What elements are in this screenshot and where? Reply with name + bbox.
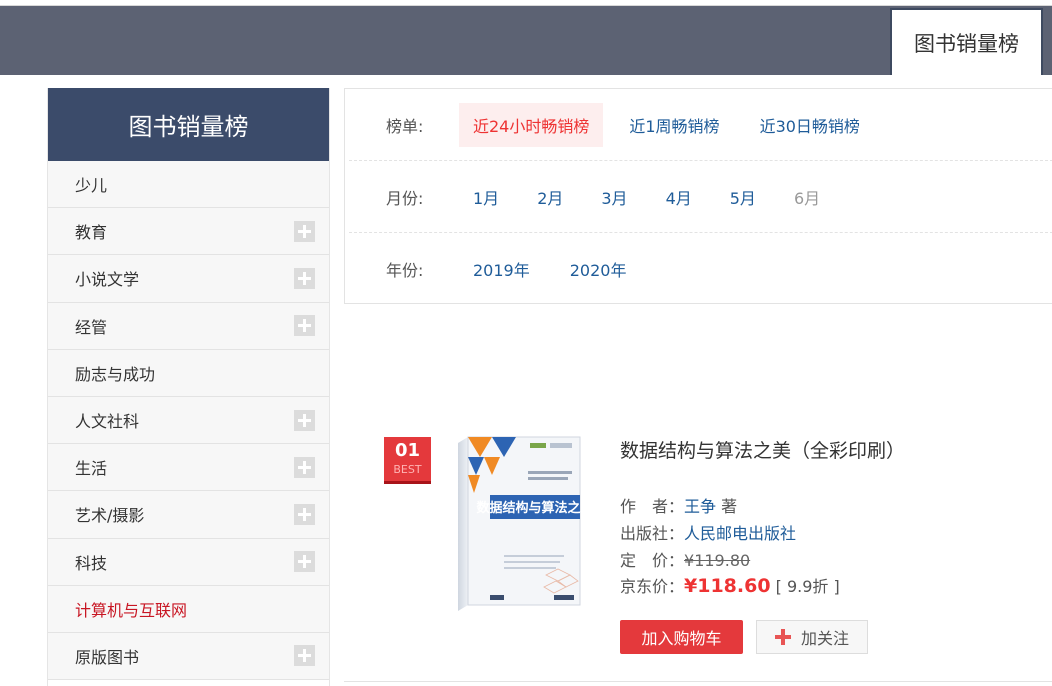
sidebar-item-label: 生活 (75, 459, 108, 479)
add-to-cart-button[interactable]: 加入购物车 (620, 620, 743, 654)
expand-plus-icon[interactable] (294, 267, 315, 289)
sidebar-item-label: 人文社科 (75, 412, 140, 432)
tab-book-sales-rank[interactable]: 图书销量榜 (890, 8, 1043, 75)
sidebar-item-label: 原版图书 (75, 647, 140, 667)
sidebar-item-label: 艺术/摄影 (75, 506, 145, 526)
expand-plus-icon[interactable] (294, 551, 315, 573)
month-option-3[interactable]: 3月 (587, 175, 641, 219)
sidebar-item-0[interactable]: 少儿 (48, 161, 329, 209)
sidebar-item-8[interactable]: 科技 (48, 538, 329, 586)
sidebar-item-label: 计算机与互联网 (75, 600, 188, 620)
list-price-label: 定 价： (620, 551, 685, 570)
publisher-label: 出版社： (620, 524, 685, 543)
book-cover-image[interactable]: 数据结构与算法之美 (454, 435, 582, 611)
rank-badge: 01 BEST (384, 437, 431, 484)
jd-price-line: 京东价：¥118.60 [ 9.9折 ] (620, 573, 840, 597)
book-list-item: 01 BEST 数据结构与算法之美 数据结构与算法之美（全彩印刷） 作 者：王争… (344, 430, 1052, 682)
discount-badge: [ 9.9折 ] (775, 577, 840, 596)
sidebar-item-7[interactable]: 艺术/摄影 (48, 491, 329, 539)
book-title[interactable]: 数据结构与算法之美（全彩印刷） (620, 436, 905, 463)
author-link[interactable]: 王争 (684, 497, 716, 516)
list-option-30days[interactable]: 近30日畅销榜 (746, 103, 874, 147)
expand-plus-icon[interactable] (294, 503, 315, 525)
list-price: ¥119.80 (684, 551, 751, 570)
sidebar-item-4[interactable]: 励志与成功 (48, 349, 329, 397)
month-option-2[interactable]: 2月 (523, 175, 577, 219)
sidebar-item-label: 经管 (75, 317, 108, 337)
follow-button[interactable]: 加关注 (756, 620, 868, 654)
expand-plus-icon[interactable] (294, 220, 315, 242)
sidebar-item-label: 教育 (75, 223, 108, 243)
list-option-24h[interactable]: 近24小时畅销榜 (459, 102, 604, 147)
jd-price: ¥118.60 (684, 575, 771, 597)
follow-button-label: 加关注 (800, 629, 849, 648)
sidebar-item-2[interactable]: 小说文学 (48, 255, 329, 303)
year-option-2020[interactable]: 2020年 (556, 247, 641, 291)
month-option-5[interactable]: 5月 (716, 175, 770, 219)
expand-plus-icon[interactable] (294, 456, 315, 478)
filter-row-list: 榜单: 近24小时畅销榜 近1周畅销榜 近30日畅销榜 (349, 89, 1052, 161)
jd-price-label: 京东价： (620, 577, 685, 596)
sidebar-title: 图书销量榜 (48, 88, 329, 161)
publisher-link[interactable]: 人民邮电出版社 (684, 524, 796, 543)
expand-plus-icon[interactable] (294, 645, 315, 667)
filter-panel: 榜单: 近24小时畅销榜 近1周畅销榜 近30日畅销榜 月份: 1月 2月 3月… (344, 88, 1052, 304)
cover-title-text: 数据结构与算法之美 (476, 500, 582, 516)
sidebar-item-6[interactable]: 生活 (48, 444, 329, 492)
sidebar-item-3[interactable]: 经管 (48, 302, 329, 350)
month-option-4[interactable]: 4月 (652, 175, 706, 219)
expand-plus-icon[interactable] (294, 409, 315, 431)
plus-icon (774, 629, 791, 645)
month-option-6: 6月 (793, 188, 821, 208)
filter-row-year: 年份: 2019年 2020年 (349, 233, 1052, 305)
sidebar-item-5[interactable]: 人文社科 (48, 396, 329, 445)
sidebar-item-1[interactable]: 教育 (48, 208, 329, 256)
list-price-line: 定 价：¥119.80 (620, 547, 750, 571)
year-option-2019[interactable]: 2019年 (459, 247, 544, 291)
rank-best-label: BEST (393, 463, 422, 476)
year-label: 年份: (386, 261, 424, 280)
author-label: 作 者： (620, 497, 685, 516)
expand-plus-icon[interactable] (294, 315, 315, 337)
author-line: 作 者：王争 著 (620, 493, 737, 517)
month-label: 月份: (386, 188, 424, 208)
sidebar-item-10[interactable]: 原版图书 (48, 632, 329, 681)
author-suffix: 著 (716, 497, 738, 516)
rank-number: 01 (394, 440, 421, 461)
category-sidebar: 图书销量榜 少儿教育小说文学经管励志与成功人文社科生活艺术/摄影科技计算机与互联… (47, 88, 330, 686)
sidebar-item-label: 励志与成功 (75, 364, 156, 384)
month-option-1[interactable]: 1月 (459, 175, 513, 219)
list-option-1week[interactable]: 近1周畅销榜 (615, 103, 733, 147)
publisher-line: 出版社：人民邮电出版社 (620, 520, 796, 544)
sidebar-item-9[interactable]: 计算机与互联网 (48, 585, 329, 633)
filter-row-month: 月份: 1月 2月 3月 4月 5月 6月 (349, 161, 1052, 233)
sidebar-item-label: 科技 (75, 553, 108, 573)
list-label: 榜单: (386, 116, 424, 136)
sidebar-item-label: 小说文学 (75, 270, 140, 290)
sidebar-item-label: 少儿 (75, 176, 108, 196)
